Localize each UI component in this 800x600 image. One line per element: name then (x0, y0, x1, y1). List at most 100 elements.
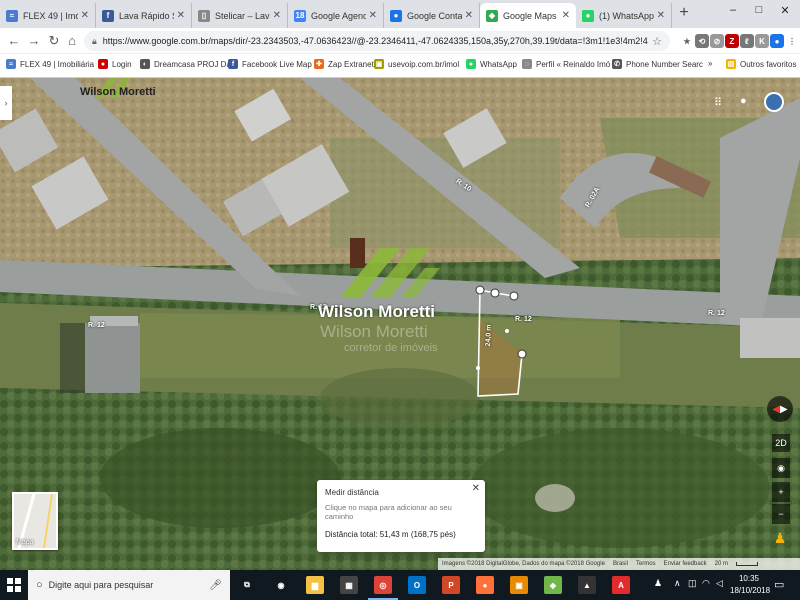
tab-favicon-icon: 18 (294, 9, 306, 22)
bookmark-item[interactable]: ◐ Dreamcasa PROJ Da (140, 59, 231, 69)
tab-close-icon[interactable]: ✕ (465, 10, 473, 21)
bookmark-item[interactable]: ● Login (98, 59, 132, 69)
street-label: R. 12 (515, 316, 532, 323)
bookmark-item[interactable]: ✆ Phone Number Searc (612, 59, 703, 69)
bookmark-favicon-icon: ✆ (612, 59, 622, 69)
tab-close-icon[interactable]: ✕ (273, 10, 281, 21)
terms-link[interactable]: Termos (636, 561, 656, 567)
system-clock[interactable]: 10:35 18/10/2018 (730, 573, 770, 597)
forward-button[interactable]: → (26, 33, 42, 49)
watermark-logo-text: Wilson Moretti (80, 86, 156, 98)
tab-close-icon[interactable]: ✕ (369, 10, 377, 21)
side-panel-toggle-icon[interactable]: › (0, 86, 12, 120)
tab-close-icon[interactable]: ✕ (177, 10, 185, 21)
bookmark-item[interactable]: f Facebook Live Map (228, 59, 312, 69)
firefox-taskbar-icon[interactable]: ● (476, 576, 494, 594)
map-attribution: Imagens ©2018 DigitalGlobe, Dados do map… (438, 558, 800, 570)
taskbar-search[interactable]: ○ Digite aqui para pesquisar 🎤︎ (28, 570, 230, 600)
volume-icon[interactable]: ◁ (716, 578, 723, 589)
street-label: R. 12 (88, 322, 105, 329)
zoom-in-button[interactable]: + (772, 482, 790, 502)
bookmark-item[interactable]: ▤ Outros favoritos (726, 59, 796, 69)
tray-expand-icon[interactable]: ∧ (674, 578, 681, 589)
tab-close-icon[interactable]: ✕ (657, 10, 665, 21)
location-icon[interactable]: ◉ (772, 458, 790, 478)
extension-icon[interactable]: ★ (680, 34, 694, 48)
watermark-main-text: Wilson Moretti (318, 302, 435, 321)
back-button[interactable]: ← (6, 33, 22, 49)
compass-icon[interactable]: ◀ ▶ (767, 396, 793, 422)
maximize-button[interactable]: □ (752, 4, 766, 16)
extension-icon[interactable]: ⊘ (710, 34, 724, 48)
calculator-taskbar-icon[interactable]: ▦ (340, 576, 358, 594)
microphone-icon[interactable]: 🎤︎ (209, 580, 222, 591)
powerpoint-taskbar-icon[interactable]: P (442, 576, 460, 594)
tab-0[interactable]: ≈ FLEX 49 | Imóveis✕ (0, 3, 96, 28)
webcam-taskbar-icon[interactable]: ◉ (272, 576, 290, 594)
tab-5[interactable]: ◆ Google Maps ✕ (480, 3, 576, 28)
wifi-icon[interactable]: ◠ (702, 578, 710, 589)
tab-3[interactable]: 18 Google Agenda -✕ (288, 3, 384, 28)
bookmark-item[interactable]: ● WhatsApp (466, 59, 517, 69)
tab-6[interactable]: ● (1) WhatsApp ✕ (576, 3, 672, 28)
extension-icon[interactable]: ℓ (740, 34, 754, 48)
bookmark-item[interactable]: ✚ Zap Extranet (314, 59, 374, 69)
tab-label: Google Agenda - (311, 10, 366, 21)
bookmark-favicon-icon: ✚ (314, 59, 324, 69)
notifications-icon[interactable]: ● (740, 95, 754, 109)
chrome-taskbar-icon[interactable]: ◎ (374, 576, 392, 594)
lock-icon: 🔒︎ (92, 35, 97, 46)
tab-4[interactable]: ● Google Contacts✕ (384, 3, 480, 28)
close-window-button[interactable]: ✕ (778, 4, 792, 17)
bookmark-item[interactable]: ▣ usevoip.com.br/imol (374, 59, 459, 69)
minimize-button[interactable]: – (726, 4, 740, 16)
outlook-taskbar-icon[interactable]: O (408, 576, 426, 594)
pegman-icon[interactable]: ♟ (772, 530, 788, 552)
people-icon[interactable]: ♟ (654, 578, 662, 589)
bookmark-item[interactable]: ≈ FLEX 49 | Imobiliária (6, 59, 94, 69)
extension-icon[interactable]: ● (770, 34, 784, 48)
watermark-ghost-text: Wilson Moretti (320, 322, 428, 341)
tilt-2d-button[interactable]: 2D (772, 434, 790, 452)
cortana-icon: ○ (36, 579, 43, 591)
app-orange-taskbar-icon[interactable]: ▣ (510, 576, 528, 594)
navigation-bar: ← → ↻ ⌂ 🔒︎ https://www.google.com.br/map… (0, 28, 800, 54)
tab-label: Lava Rápido Stelic (119, 10, 174, 21)
country-link[interactable]: Brasil (613, 561, 628, 567)
app-green-taskbar-icon[interactable]: ◆ (544, 576, 562, 594)
network-icon[interactable]: ◫ (688, 578, 697, 589)
apps-grid-icon[interactable]: ⠿ (714, 96, 728, 110)
feedback-link[interactable]: Enviar feedback (664, 561, 707, 567)
scale-bar (736, 562, 759, 566)
zoom-out-button[interactable]: − (772, 504, 790, 524)
extension-icon[interactable]: Z (725, 34, 739, 48)
measure-segment-label: 24,0 m (485, 324, 493, 347)
tab-close-icon[interactable]: ✕ (562, 10, 570, 21)
notification-center-icon[interactable]: ▭ (774, 578, 784, 591)
acrobat-taskbar-icon[interactable]: A (612, 576, 630, 594)
tab-1[interactable]: f Lava Rápido Stelic✕ (96, 3, 192, 28)
task-view-taskbar-icon[interactable]: ⧉ (238, 576, 256, 594)
explorer-taskbar-icon[interactable]: ▆ (306, 576, 324, 594)
reload-button[interactable]: ↻ (46, 33, 62, 49)
extension-icon[interactable]: ⟲ (695, 34, 709, 48)
address-bar[interactable]: 🔒︎ https://www.google.com.br/maps/dir/-2… (84, 31, 670, 51)
bookmark-label: Dreamcasa PROJ Da (154, 59, 231, 69)
tab-close-icon[interactable]: ✕ (81, 10, 89, 21)
map-type-toggle[interactable]: Mapa (12, 492, 58, 550)
tab-2[interactable]: ▯ Stelicar – Lava Ra✕ (192, 3, 288, 28)
bookmark-label: Facebook Live Map (242, 59, 312, 69)
bookmark-item[interactable]: ◌ Perfil « Reinaldo Imó (522, 59, 610, 69)
tab-favicon-icon: ● (390, 9, 402, 22)
app-dark-taskbar-icon[interactable]: ▲ (578, 576, 596, 594)
bookmark-item[interactable]: » (708, 59, 712, 68)
home-button[interactable]: ⌂ (64, 33, 80, 49)
start-button[interactable] (0, 570, 28, 600)
account-avatar[interactable] (764, 92, 784, 112)
windows-taskbar: ○ Digite aqui para pesquisar 🎤︎ ♟ ∧ ◫ ◠ … (0, 570, 800, 600)
bookmark-star-icon[interactable]: ☆ (652, 35, 662, 48)
close-icon[interactable]: ✕ (472, 483, 480, 494)
extension-icon[interactable]: K (755, 34, 769, 48)
new-tab-button[interactable]: + (676, 5, 692, 21)
extension-icon[interactable]: ⋮ (785, 34, 799, 48)
